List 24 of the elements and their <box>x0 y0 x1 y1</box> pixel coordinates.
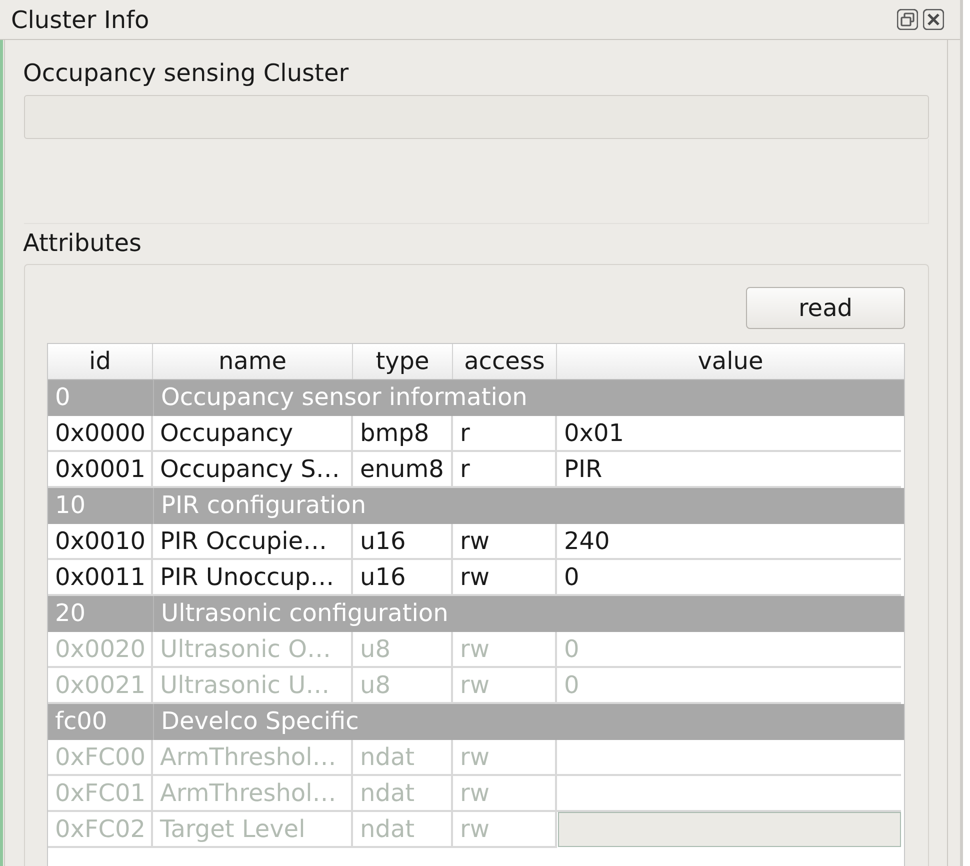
cluster-title: Occupancy sensing Cluster <box>23 60 349 87</box>
restore-icon[interactable] <box>897 9 918 30</box>
section-id: 0 <box>54 382 72 413</box>
read-button[interactable]: read <box>746 287 905 329</box>
table-row[interactable]: 0x0011 PIR Unoccup… u16 rw 0 <box>48 560 904 596</box>
table-cell: 0xFC02 <box>48 812 153 848</box>
column-header[interactable]: type <box>353 344 453 379</box>
section-id: fc00 <box>54 706 108 737</box>
table-row[interactable]: 0x0000 Occupancy bmp8 r 0x01 <box>48 416 904 452</box>
table-cell: ndat <box>353 812 453 848</box>
column-header[interactable]: access <box>453 344 557 379</box>
column-header[interactable]: id <box>48 344 153 379</box>
window-title: Cluster Info <box>11 6 150 34</box>
close-icon[interactable] <box>923 9 944 30</box>
info-field[interactable] <box>24 95 929 139</box>
section-id: 10 <box>54 490 87 521</box>
column-header[interactable]: value <box>557 344 904 379</box>
table-cell: Target Level <box>153 812 353 848</box>
attributes-label: Attributes <box>23 230 142 257</box>
table-row[interactable]: 0x0010 PIR Occupie… u16 rw 240 <box>48 524 904 560</box>
description-area[interactable] <box>24 139 929 224</box>
table-row[interactable]: 0x0001 Occupancy S… enum8 r PIR <box>48 452 904 488</box>
column-header[interactable]: name <box>153 344 353 379</box>
section-id: 20 <box>54 598 87 629</box>
